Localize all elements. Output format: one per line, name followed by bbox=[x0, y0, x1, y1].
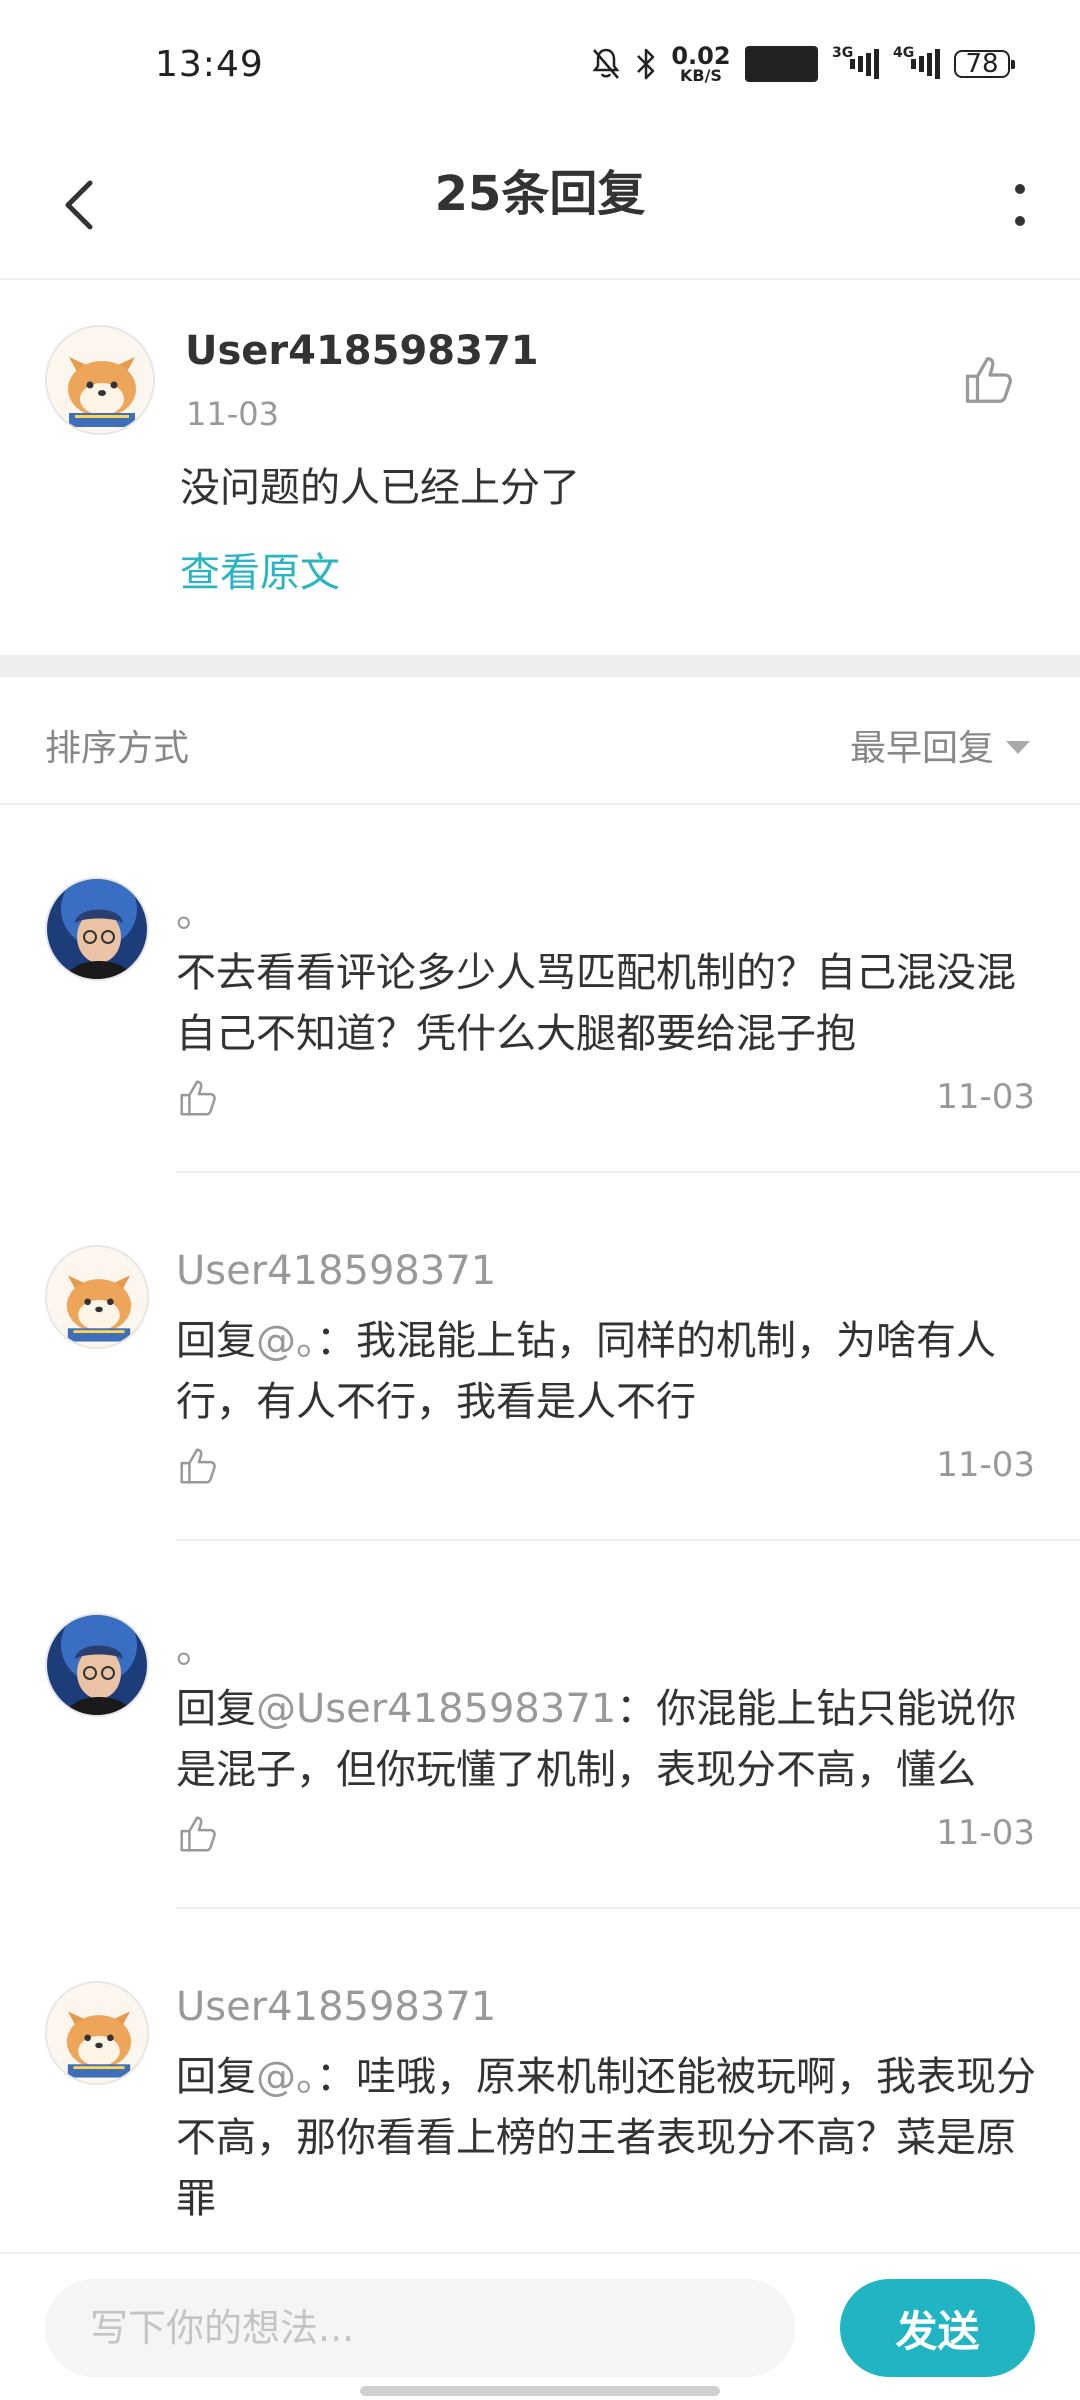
network-speed: 0.02 KB/S bbox=[671, 42, 731, 85]
shiba-avatar-icon bbox=[47, 327, 153, 433]
avatar[interactable] bbox=[45, 1245, 149, 1349]
section-divider bbox=[0, 655, 1080, 677]
more-options-button[interactable] bbox=[990, 165, 1050, 245]
back-button[interactable] bbox=[40, 165, 120, 245]
reply-text: 不去看看评论多少人骂匹配机制的？自己混没混自己不知道？凭什么大腿都要给混子抱 bbox=[176, 943, 1036, 1065]
avatar[interactable] bbox=[45, 877, 149, 981]
avatar[interactable] bbox=[45, 325, 155, 435]
home-indicator bbox=[360, 2386, 720, 2396]
sort-selected-value: 最早回复 bbox=[849, 728, 994, 769]
hd-badge: HD2 bbox=[744, 46, 818, 82]
reply-mention[interactable]: @。 bbox=[256, 1318, 316, 1364]
chevron-left-icon bbox=[65, 180, 93, 230]
shiba-avatar-icon bbox=[47, 1247, 147, 1347]
reply-item: User418598371 回复@。：我混能上钻，同样的机制，为啥有人行，有人不行… bbox=[0, 1173, 1080, 1541]
comment-text: 没问题的人已经上分了 bbox=[180, 465, 580, 511]
mute-bell-icon bbox=[591, 47, 621, 81]
reply-prefix: 回复 bbox=[176, 1318, 256, 1364]
caret-down-icon bbox=[1006, 740, 1030, 754]
composer-bar: 发送 bbox=[0, 2252, 1080, 2400]
reply-text: 回复@User418598371：你混能上钻只能说你是混子，但你玩懂了机制，表现… bbox=[176, 1679, 1036, 1801]
signal-4g-icon: 4G bbox=[893, 45, 940, 81]
more-vertical-icon bbox=[1015, 184, 1025, 226]
status-bar: 13:49 0.02 KB/S HD2 3G 4G 78 bbox=[0, 0, 1080, 135]
reply-prefix: 回复 bbox=[176, 1686, 256, 1732]
shiba-avatar-icon bbox=[47, 1983, 147, 2083]
avatar[interactable] bbox=[45, 1613, 149, 1717]
battery-icon: 78 bbox=[954, 49, 1015, 79]
reply-date: 11-03 bbox=[936, 1445, 1035, 1485]
thumbs-up-icon bbox=[965, 357, 1012, 403]
reply-author[interactable]: 。 bbox=[176, 880, 216, 938]
thumbs-up-icon bbox=[180, 1816, 216, 1852]
thumbs-up-icon bbox=[180, 1080, 216, 1116]
status-icons: 0.02 KB/S HD2 3G 4G 78 bbox=[591, 42, 1015, 85]
sort-bar: 排序方式 最早回复 bbox=[0, 677, 1080, 805]
signal-3g-icon: 3G bbox=[832, 45, 879, 81]
thumbs-up-icon bbox=[180, 1448, 216, 1484]
original-comment: User418598371 11-03 没问题的人已经上分了 查看原文 bbox=[0, 280, 1080, 655]
reply-body: 不去看看评论多少人骂匹配机制的？自己混没混自己不知道？凭什么大腿都要给混子抱 bbox=[176, 950, 1016, 1057]
like-button[interactable] bbox=[176, 1443, 222, 1489]
reply-item: 。回复@User418598371：你混能上钻只能说你是混子，但你玩懂了机制，表… bbox=[0, 1541, 1080, 1909]
app-bar: 25条回复 bbox=[0, 135, 1080, 280]
reply-author[interactable]: 。 bbox=[176, 1616, 216, 1674]
status-time: 13:49 bbox=[155, 44, 264, 85]
reply-mention[interactable]: @。 bbox=[256, 2054, 316, 2100]
reply-mention[interactable]: @User418598371 bbox=[256, 1686, 616, 1732]
sort-dropdown[interactable]: 最早回复 bbox=[850, 719, 1030, 771]
reply-author[interactable]: User418598371 bbox=[176, 1248, 496, 1294]
reply-prefix: 回复 bbox=[176, 2054, 256, 2100]
like-button[interactable] bbox=[960, 350, 1020, 410]
avatar[interactable] bbox=[45, 1981, 149, 2085]
reply-date: 11-03 bbox=[936, 1813, 1035, 1853]
reply-text: 回复@。：哇哦，原来机制还能被玩啊，我表现分不高，那你看看上榜的王者表现分不高？… bbox=[176, 2047, 1036, 2230]
reply-date: 11-03 bbox=[936, 1077, 1035, 1117]
comment-author[interactable]: User418598371 bbox=[185, 328, 539, 374]
view-original-link[interactable]: 查看原文 bbox=[180, 540, 340, 598]
reply-item: 。不去看看评论多少人骂匹配机制的？自己混没混自己不知道？凭什么大腿都要给混子抱 1… bbox=[0, 805, 1080, 1173]
sort-label: 排序方式 bbox=[45, 728, 190, 769]
reply-text: 回复@。：我混能上钻，同样的机制，为啥有人行，有人不行，我看是人不行 bbox=[176, 1311, 1036, 1433]
reply-item: User418598371 回复@。：哇哦，原来机制还能被玩啊，我表现分不高，那你… bbox=[0, 1909, 1080, 2277]
reply-author[interactable]: User418598371 bbox=[176, 1984, 496, 2030]
like-button[interactable] bbox=[176, 1075, 222, 1121]
bluetooth-icon bbox=[635, 47, 657, 81]
page-title: 25条回复 bbox=[434, 166, 646, 222]
person-avatar-icon bbox=[47, 879, 147, 979]
comment-date: 11-03 bbox=[186, 395, 279, 433]
send-button[interactable]: 发送 bbox=[840, 2279, 1035, 2377]
comment-input[interactable] bbox=[45, 2279, 795, 2377]
person-avatar-icon bbox=[47, 1615, 147, 1715]
like-button[interactable] bbox=[176, 1811, 222, 1857]
